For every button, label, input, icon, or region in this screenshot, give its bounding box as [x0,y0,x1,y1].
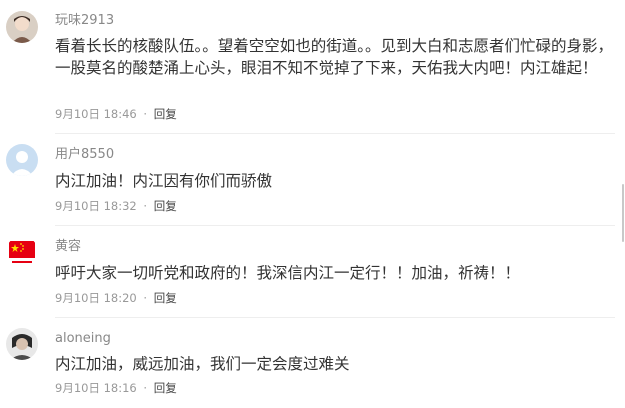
username[interactable]: 用户8550 [55,147,114,163]
meta-separator: · [143,381,148,395]
comment-date: 9月10日 [55,291,100,305]
meta-separator: · [143,107,148,121]
username[interactable]: 玩味2913 [55,13,114,29]
meta-separator: · [143,291,148,305]
comment-meta: 9月10日 18:16 · 回复 [55,381,177,395]
reply-button[interactable]: 回复 [154,381,177,395]
flag-avatar-icon[interactable] [6,236,38,268]
comment-divider [55,133,615,134]
reply-button[interactable]: 回复 [154,291,177,305]
comment-date: 9月10日 [55,199,100,213]
comment-meta: 9月10日 18:46 · 回复 [55,107,177,121]
comment-list: 玩味2913 看着长长的核酸队伍。。望着空空如也的街道。。见到大白和志愿者们忙碌… [0,0,625,408]
scrollbar-thumb[interactable] [622,184,624,242]
comment-time: 18:20 [103,291,137,305]
comment-text: 内江加油，威远加油，我们一定会度过难关 [55,355,350,373]
comment-divider [55,317,615,318]
comment-text: 呼吁大家一切听党和政府的！我深信内江一定行！！加油，祈祷！！ [55,264,521,282]
user-photo-avatar-icon[interactable] [6,11,38,43]
meta-separator: · [143,199,148,213]
comment-meta: 9月10日 18:32 · 回复 [55,199,177,213]
reply-button[interactable]: 回复 [154,199,177,213]
comment-text: 看着长长的核酸队伍。。望着空空如也的街道。。见到大白和志愿者们忙碌的身影，一股莫… [55,37,614,77]
comment-time: 18:32 [103,199,137,213]
reply-button[interactable]: 回复 [154,107,177,121]
comment-time: 18:16 [103,381,137,395]
comment-date: 9月10日 [55,107,100,121]
user-photo-avatar-icon[interactable] [6,328,38,360]
comment-text: 内江加油！内江因有你们而骄傲 [55,172,273,190]
comment-time: 18:46 [103,107,137,121]
default-user-avatar-icon[interactable] [6,144,38,176]
comment-divider [55,225,615,226]
username[interactable]: aloneing [55,331,111,347]
comment-meta: 9月10日 18:20 · 回复 [55,291,177,305]
comment-date: 9月10日 [55,381,100,395]
username[interactable]: 黄容 [55,239,81,255]
